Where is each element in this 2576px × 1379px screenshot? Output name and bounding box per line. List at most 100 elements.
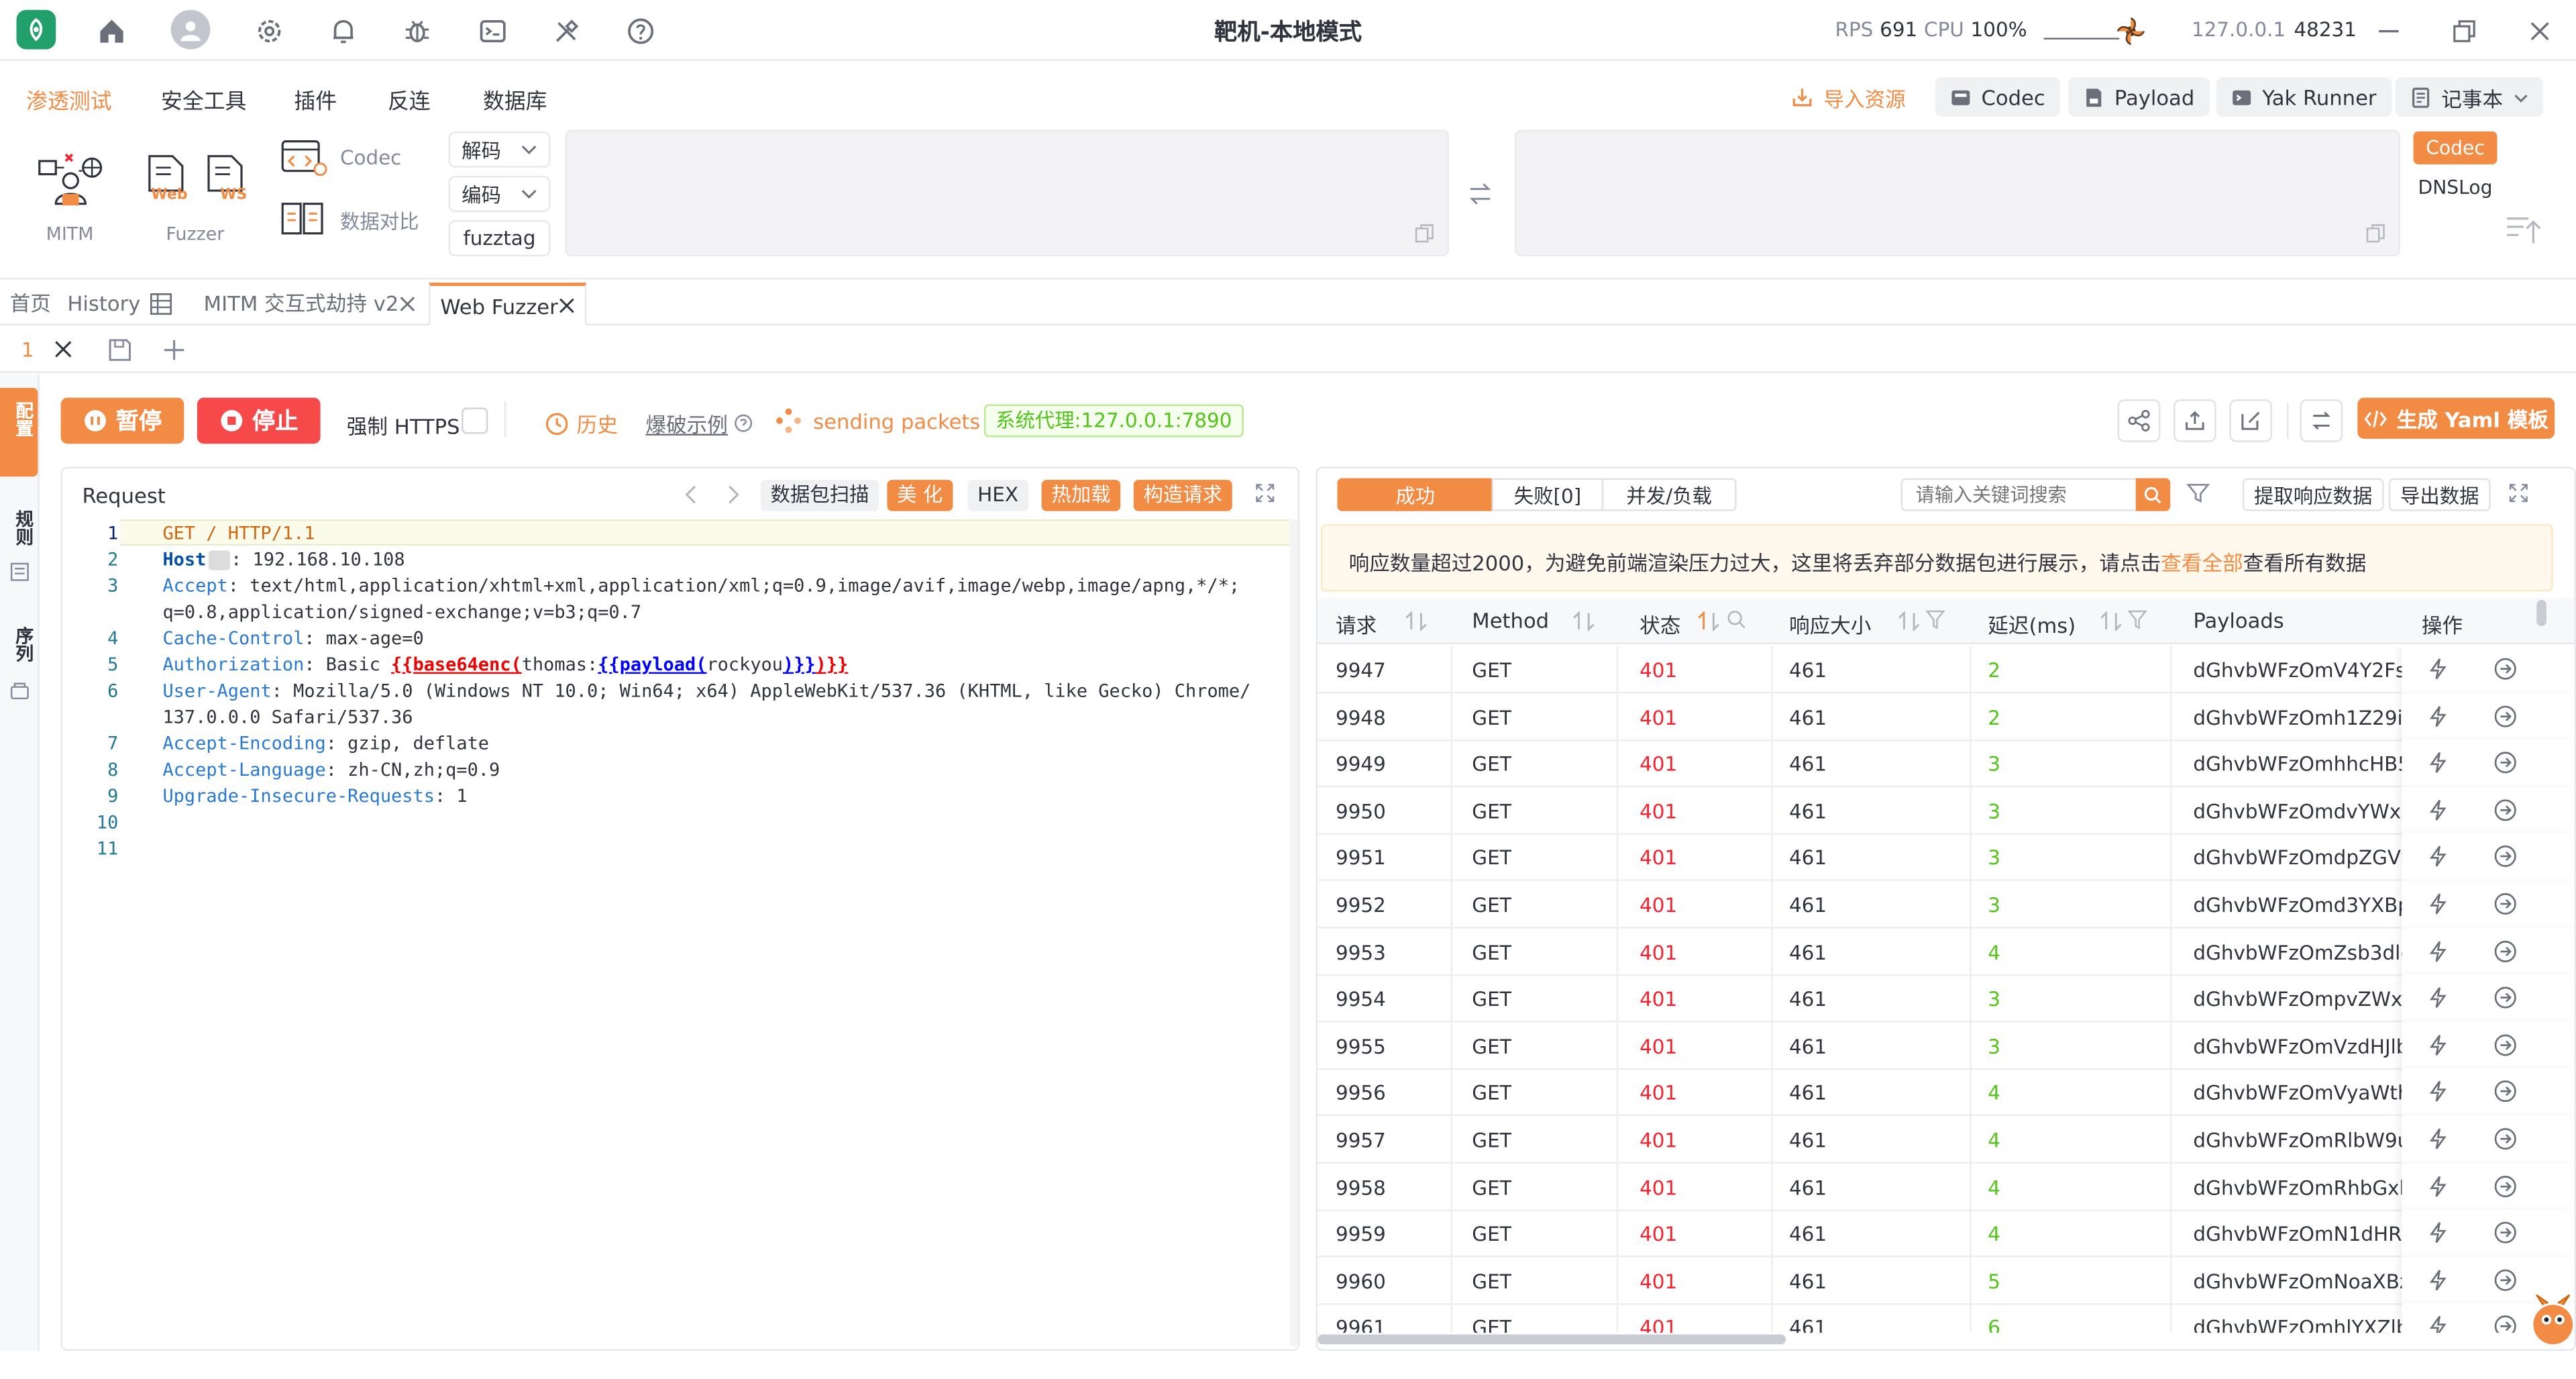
rules-icon[interactable] — [10, 562, 30, 587]
close-tab-icon[interactable] — [399, 294, 415, 317]
share-button[interactable] — [2117, 399, 2161, 442]
table-row[interactable]: 9954 GET 401 461 3 dGhvbWFzOmpvZWxpc — [1318, 974, 2575, 1023]
col-status[interactable]: 状态 — [1640, 608, 1680, 640]
open-detail-icon[interactable] — [2494, 799, 2517, 827]
table-row[interactable]: 9956 GET 401 461 4 dGhvbWFzOmVyaWthMj — [1318, 1068, 2575, 1117]
yak-runner-button[interactable]: Yak Runner — [2216, 77, 2392, 117]
sort-active-icon[interactable] — [1697, 610, 1720, 636]
lightning-icon[interactable] — [2428, 1174, 2448, 1203]
minimize-icon[interactable] — [2371, 13, 2407, 50]
open-detail-icon[interactable] — [2494, 752, 2517, 780]
lightning-icon[interactable] — [2428, 986, 2448, 1015]
lightning-icon[interactable] — [2428, 1221, 2448, 1249]
brute-example-link[interactable]: 爆破示例 — [645, 407, 753, 439]
lightning-icon[interactable] — [2428, 892, 2448, 921]
codec-tool[interactable]: Codec — [281, 138, 401, 178]
side-codec-tab[interactable]: Codec — [2413, 131, 2498, 164]
import-resource-button[interactable]: 导入资源 — [1776, 77, 1921, 117]
collapse-toolbox-icon[interactable] — [2506, 213, 2542, 251]
open-detail-icon[interactable] — [2494, 705, 2517, 733]
hot-load-button[interactable]: 热加载 — [1041, 480, 1121, 511]
add-tab-icon[interactable] — [162, 338, 185, 366]
open-detail-icon[interactable] — [2494, 986, 2517, 1015]
close-subtab-icon[interactable] — [54, 340, 72, 363]
filter-icon[interactable] — [1925, 610, 1945, 635]
col-payloads[interactable]: Payloads — [2193, 608, 2284, 633]
col-size[interactable]: 响应大小 — [1789, 608, 1871, 640]
save-icon[interactable] — [109, 338, 131, 366]
extract-response-button[interactable]: 提取响应数据 — [2242, 478, 2384, 511]
open-detail-icon[interactable] — [2494, 1127, 2517, 1156]
compare-tool[interactable]: 数据对比 — [281, 201, 419, 240]
table-row[interactable]: 9960 GET 401 461 5 dGhvbWFzOmNoaXBzc — [1318, 1256, 2575, 1305]
filter-icon[interactable] — [2186, 482, 2210, 510]
lightning-icon[interactable] — [2428, 752, 2448, 780]
restore-icon[interactable] — [2447, 13, 2483, 50]
config-toggle[interactable]: 配置 — [0, 387, 38, 477]
open-detail-icon[interactable] — [2494, 846, 2517, 874]
col-method[interactable]: Method — [1472, 608, 1549, 633]
sort-icon[interactable] — [1405, 610, 1428, 636]
hint-icon[interactable] — [207, 550, 229, 570]
web-fuzzer-tool[interactable]: Web — [145, 154, 188, 204]
menu-security-tools[interactable]: 安全工具 — [161, 84, 246, 115]
open-detail-icon[interactable] — [2494, 1315, 2517, 1333]
engine-address[interactable]: 127.0.0.1 48231 — [2192, 18, 2357, 41]
table-row[interactable]: 9951 GET 401 461 3 dGhvbWFzOmdpZGVvb — [1318, 833, 2575, 882]
swap-layout-button[interactable] — [2300, 399, 2343, 442]
table-row[interactable]: 9948 GET 401 461 2 dGhvbWFzOmh1Z29ib3 — [1318, 693, 2575, 741]
table-row[interactable]: 9958 GET 401 461 4 dGhvbWFzOmRhbGxhc — [1318, 1162, 2575, 1211]
edit-button[interactable] — [2229, 399, 2272, 442]
open-detail-icon[interactable] — [2494, 892, 2517, 921]
table-row[interactable]: 9947 GET 401 461 2 dGhvbWFzOmV4Y2FsaW — [1318, 646, 2575, 694]
editor-scrollbar[interactable] — [1289, 519, 1298, 1346]
force-https-checkbox[interactable] — [462, 407, 488, 434]
tab-concurrency[interactable]: 并发/负载 — [1601, 478, 1737, 511]
lightning-icon[interactable] — [2428, 846, 2448, 874]
open-detail-icon[interactable] — [2494, 1268, 2517, 1296]
lightning-icon[interactable] — [2428, 1033, 2448, 1062]
sort-icon[interactable] — [2100, 610, 2123, 636]
close-icon[interactable] — [2522, 13, 2558, 50]
export-button[interactable] — [2174, 399, 2216, 442]
history-button[interactable]: 历史 — [545, 407, 618, 439]
open-detail-icon[interactable] — [2494, 1174, 2517, 1203]
tab-success[interactable]: 成功[9999+] — [1337, 478, 1494, 541]
col-delay[interactable]: 延迟(ms) — [1988, 608, 2076, 640]
decode-select[interactable]: 解码 — [448, 131, 551, 168]
codec-button[interactable]: Codec — [1935, 77, 2060, 117]
close-tab-icon[interactable] — [559, 297, 575, 313]
search-button[interactable] — [2135, 478, 2171, 511]
performance-monitor[interactable]: RPS 691 CPU 100% — [1835, 18, 2119, 41]
generate-yaml-button[interactable]: 生成 Yaml 模板 — [2357, 397, 2555, 439]
sort-icon[interactable] — [1898, 610, 1921, 636]
table-row[interactable]: 9952 GET 401 461 3 dGhvbWFzOmd3YXBpb — [1318, 880, 2575, 929]
sort-icon[interactable] — [1572, 610, 1595, 636]
subtab-1[interactable]: 1 — [21, 338, 34, 361]
chevron-right-icon[interactable] — [724, 484, 741, 509]
fullscreen-icon[interactable] — [2509, 483, 2528, 508]
table-row[interactable]: 9949 GET 401 461 3 dGhvbWFzOmhhcHB5Zl — [1318, 739, 2575, 788]
menu-plugins[interactable]: 插件 — [294, 84, 337, 115]
lightning-icon[interactable] — [2428, 939, 2448, 968]
table-icon[interactable] — [150, 293, 172, 321]
table-row[interactable]: 9961 GET 401 461 6 dGhvbWFzOmhlYXZlbj — [1318, 1304, 2575, 1333]
codec-output-area[interactable] — [1514, 130, 2400, 257]
table-row[interactable]: 9955 GET 401 461 3 dGhvbWFzOmVzdHJlbG — [1318, 1021, 2575, 1070]
construct-request-button[interactable]: 构造请求 — [1133, 480, 1232, 511]
beautify-button[interactable]: 美 化 — [887, 480, 953, 511]
codec-input-area[interactable] — [565, 130, 1450, 257]
hex-button[interactable]: HEX — [967, 480, 1028, 511]
view-all-link[interactable]: 查看全部 — [2161, 550, 2243, 575]
fullscreen-icon[interactable] — [1255, 483, 1275, 508]
rules-label[interactable]: 规则 — [10, 509, 36, 546]
open-detail-icon[interactable] — [2494, 939, 2517, 968]
packet-scan-button[interactable]: 数据包扫描 — [760, 480, 879, 511]
fuzztag-button[interactable]: fuzztag — [448, 220, 551, 257]
table-row[interactable]: 9959 GET 401 461 4 dGhvbWFzOmN1dHRlc — [1318, 1209, 2575, 1258]
payload-button[interactable]: Payload — [2068, 77, 2210, 117]
horizontal-scrollbar[interactable] — [1318, 1334, 1786, 1345]
open-detail-icon[interactable] — [2494, 658, 2517, 686]
tab-home[interactable]: 首页 — [0, 283, 61, 325]
export-data-button[interactable]: 导出数据 — [2388, 478, 2491, 511]
